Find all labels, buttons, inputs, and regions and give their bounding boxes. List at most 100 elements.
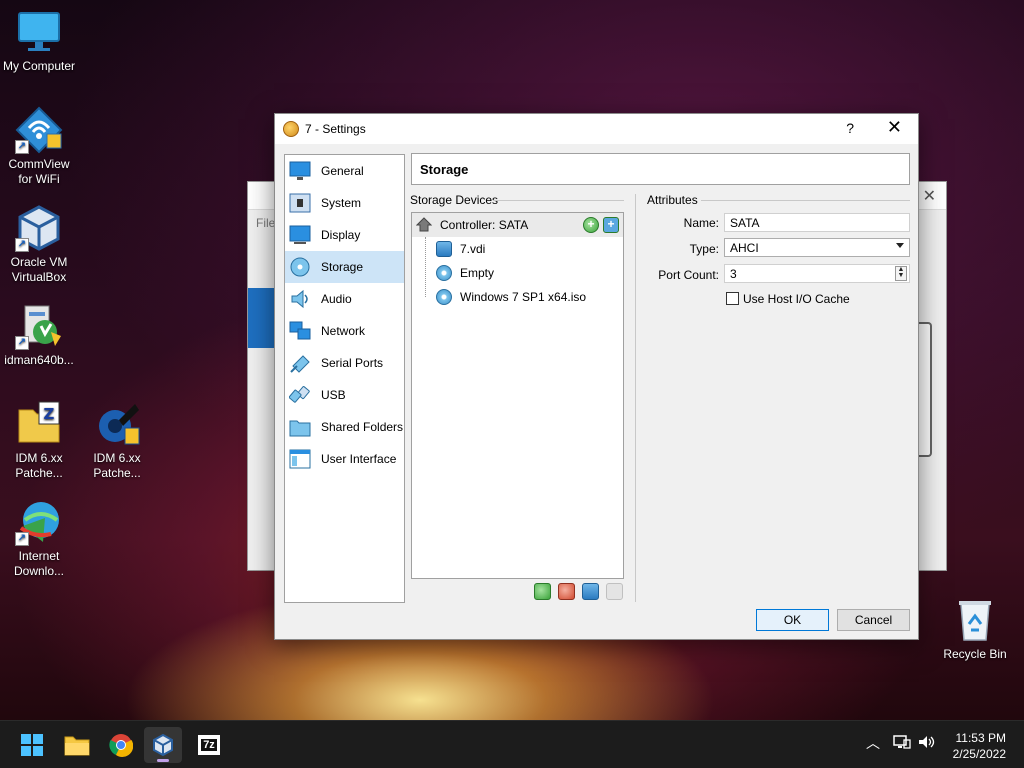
show-hidden-icons-chevron-up-icon[interactable]: ︿ xyxy=(866,733,880,753)
taskbar: 7z ︿ 11:53 PM 2/25/2022 xyxy=(0,720,1024,768)
taskbar-file-explorer[interactable] xyxy=(58,727,96,763)
desktop-icon-label: idman640b... xyxy=(4,353,74,367)
remove-controller-icon[interactable] xyxy=(558,583,575,600)
controller-sata-row[interactable]: Controller: SATA + + xyxy=(412,213,623,237)
manager-preview-panel xyxy=(918,322,932,457)
start-button[interactable] xyxy=(13,727,51,763)
taskbar-chrome[interactable] xyxy=(102,727,140,763)
storage-item-empty[interactable]: Empty xyxy=(412,261,623,285)
shortcut-arrow-icon: ↗ xyxy=(15,140,29,154)
nav-item-network[interactable]: Network xyxy=(285,315,404,347)
virtualbox-icon xyxy=(153,733,173,757)
desktop-icon-label: Internet Downlo... xyxy=(13,549,65,578)
desktop-icon-label: Recycle Bin xyxy=(943,647,1007,661)
hard-disk-icon xyxy=(436,241,452,257)
optical-disc-icon xyxy=(436,289,452,305)
cancel-button[interactable]: Cancel xyxy=(837,609,910,631)
spinner-arrows-icon[interactable]: ▲ ▼ xyxy=(895,266,907,281)
port-count-stepper[interactable]: 3 ▲ ▼ xyxy=(724,264,910,283)
nav-item-system[interactable]: System xyxy=(285,187,404,219)
ok-button[interactable]: OK xyxy=(756,609,829,631)
storage-toolbar xyxy=(534,583,623,600)
system-icon xyxy=(289,192,311,214)
desktop-icon-commview[interactable]: ↗ CommView for WiFi xyxy=(0,106,78,187)
add-controller-icon[interactable] xyxy=(534,583,551,600)
name-field[interactable]: SATA xyxy=(724,213,910,232)
desktop-icon-internet-download-manager[interactable]: ↗ Internet Downlo... xyxy=(0,498,78,579)
nav-item-label: Serial Ports xyxy=(321,356,384,370)
controller-icon xyxy=(415,217,433,233)
network-icon xyxy=(289,320,311,342)
storage-tree: Controller: SATA + + 7.vdi Empty Windows… xyxy=(411,212,624,579)
chevron-down-icon xyxy=(896,243,904,248)
type-label: Type: xyxy=(689,242,719,256)
attributes-label: Attributes xyxy=(647,193,698,207)
storage-item-7vdi[interactable]: 7.vdi xyxy=(412,237,623,261)
storage-devices-label: Storage Devices xyxy=(410,193,499,207)
nav-item-label: USB xyxy=(321,388,346,402)
host-io-cache-label: Use Host I/O Cache xyxy=(743,292,850,306)
manager-menu-file[interactable]: File xyxy=(256,216,275,230)
monitor-icon xyxy=(15,8,63,56)
panel-divider xyxy=(635,194,636,602)
nav-item-label: Display xyxy=(321,228,361,242)
desktop-icon-recycle-bin[interactable]: Recycle Bin xyxy=(936,596,1014,662)
dialog-title: 7 - Settings xyxy=(305,122,366,136)
storage-devices-divider xyxy=(493,200,624,201)
host-io-cache-checkbox[interactable] xyxy=(726,292,739,305)
wrench-gear-icon xyxy=(93,400,141,448)
name-label: Name: xyxy=(683,216,719,230)
desktop-icon-label: Oracle VM VirtualBox xyxy=(10,255,68,284)
taskbar-virtualbox[interactable] xyxy=(144,727,182,763)
storage-item-win7-iso[interactable]: Windows 7 SP1 x64.iso xyxy=(412,285,623,309)
serial-ports-icon xyxy=(289,352,311,374)
desktop-icon-my-computer[interactable]: My Computer xyxy=(0,8,78,74)
nav-item-audio[interactable]: Audio xyxy=(285,283,404,315)
nav-item-display[interactable]: Display xyxy=(285,219,404,251)
volume-icon[interactable] xyxy=(918,734,936,753)
remove-attachment-icon[interactable] xyxy=(606,583,623,600)
desktop-icon-idm-patch-zip[interactable]: Z IDM 6.xx Patche... xyxy=(0,400,78,481)
start-icon xyxy=(21,734,43,756)
general-icon xyxy=(289,160,311,182)
taskbar-7zip[interactable]: 7z xyxy=(190,727,228,763)
zip-folder-icon: Z xyxy=(15,400,63,448)
shortcut-arrow-icon: ↗ xyxy=(15,532,29,546)
network-status-icon[interactable] xyxy=(893,734,911,753)
desktop-icon-label: My Computer xyxy=(2,59,76,73)
port-count-label: Port Count: xyxy=(658,268,719,282)
nav-item-user-interface[interactable]: User Interface xyxy=(285,443,404,475)
virtualbox-cube-icon: ↗ xyxy=(15,204,63,252)
nav-item-label: System xyxy=(321,196,362,210)
manager-close-icon[interactable]: ✕ xyxy=(923,186,936,206)
nav-item-usb[interactable]: USB xyxy=(285,379,404,411)
desktop-icon-idm-patch-exe[interactable]: IDM 6.xx Patche... xyxy=(78,400,156,481)
desktop-icon-virtualbox[interactable]: ↗ Oracle VM VirtualBox xyxy=(0,204,78,285)
optical-disc-icon xyxy=(436,265,452,281)
add-attachment-icon[interactable] xyxy=(582,583,599,600)
desktop-icon-label: IDM 6.xx Patche... xyxy=(15,451,63,480)
dialog-titlebar: 7 - Settings ? ✕ xyxy=(275,114,918,144)
desktop-icon-idman[interactable]: ↗ idman640b... xyxy=(0,302,78,368)
nav-item-storage[interactable]: Storage xyxy=(285,251,404,283)
nav-item-shared-folders[interactable]: Shared Folders xyxy=(285,411,404,443)
shared-folders-icon xyxy=(289,416,311,438)
attributes-divider xyxy=(701,200,910,201)
close-button[interactable]: ✕ xyxy=(887,117,902,138)
add-hard-disk-icon[interactable]: + xyxy=(603,217,619,233)
taskbar-clock[interactable]: 11:53 PM 2/25/2022 xyxy=(953,730,1006,762)
settings-dialog: 7 - Settings ? ✕ General System Display … xyxy=(274,113,919,640)
nav-item-label: Audio xyxy=(321,292,352,306)
nav-item-general[interactable]: General xyxy=(285,155,404,187)
help-button[interactable]: ? xyxy=(846,120,854,136)
desktop-icon-label: IDM 6.xx Patche... xyxy=(93,451,141,480)
nav-item-label: Shared Folders xyxy=(321,420,404,434)
desktop-icon-label: CommView for WiFi xyxy=(8,157,70,186)
display-icon xyxy=(289,224,311,246)
type-select[interactable]: AHCI xyxy=(724,238,910,257)
nav-item-serial-ports[interactable]: Serial Ports xyxy=(285,347,404,379)
running-indicator xyxy=(157,759,169,762)
audio-icon xyxy=(289,288,311,310)
add-optical-drive-icon[interactable]: + xyxy=(583,217,599,233)
nav-item-label: Network xyxy=(321,324,366,338)
